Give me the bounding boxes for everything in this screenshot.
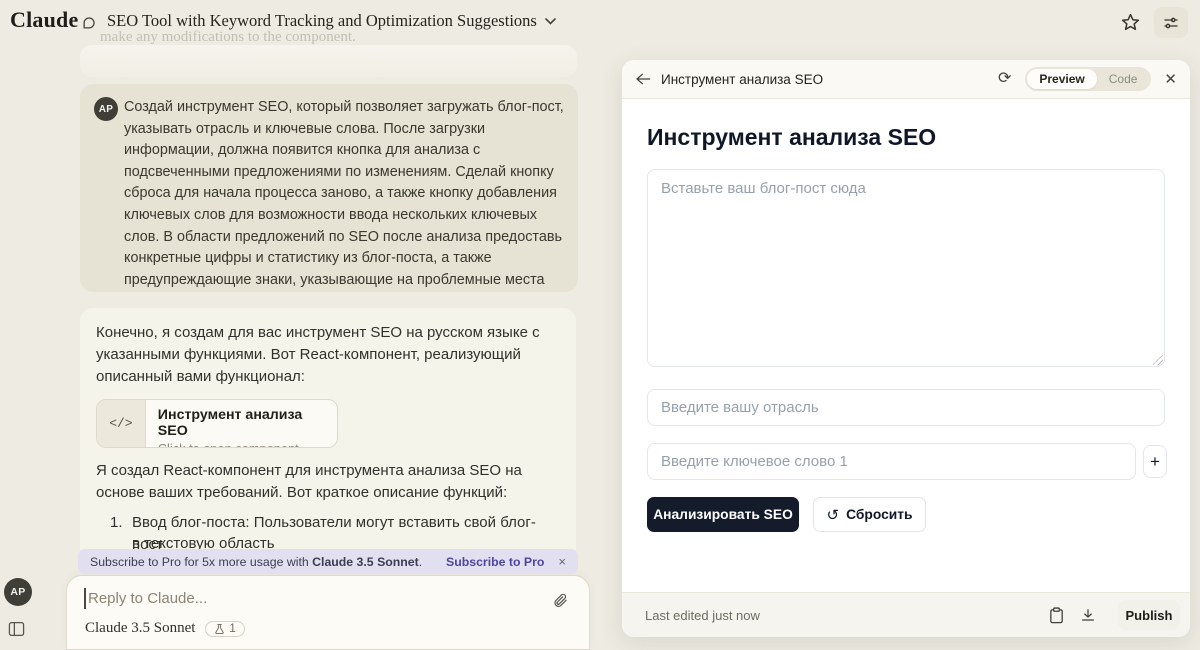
reply-composer[interactable]: Reply to Claude... Claude 3.5 Sonnet 1 bbox=[66, 575, 590, 650]
reset-button[interactable]: ↺ Сбросить bbox=[813, 497, 926, 532]
artifact-card-title: Инструмент анализа SEO bbox=[158, 407, 325, 439]
text-caret bbox=[84, 588, 86, 609]
artifact-card-subtitle: Click to open component bbox=[158, 441, 325, 448]
star-icon bbox=[1120, 12, 1141, 33]
claude-logo: Claude bbox=[10, 7, 78, 33]
reply-input[interactable]: Reply to Claude... bbox=[88, 590, 207, 607]
industry-input[interactable] bbox=[647, 389, 1165, 426]
assistant-intro: Конечно, я создам для вас инструмент SEO… bbox=[96, 322, 558, 388]
model-selector[interactable]: Claude 3.5 Sonnet bbox=[85, 620, 195, 637]
subscribe-banner: Subscribe to Pro for 5x more usage with … bbox=[78, 549, 578, 574]
user-message-text: Создай инструмент SEO, который позволяет… bbox=[124, 97, 566, 291]
chat-compose-icon bbox=[82, 13, 99, 30]
tool-heading: Инструмент анализа SEO bbox=[647, 124, 936, 151]
artifact-panel: Инструмент анализа SEO ⟳ Preview Code ✕ … bbox=[622, 60, 1190, 637]
copy-clipboard-icon[interactable] bbox=[1049, 607, 1064, 624]
sliders-icon bbox=[1162, 14, 1180, 32]
code-icon: </> bbox=[97, 400, 146, 447]
blog-post-textarea[interactable] bbox=[647, 169, 1165, 367]
account-avatar-button[interactable]: AP bbox=[4, 578, 32, 606]
artifact-panel-header: Инструмент анализа SEO ⟳ Preview Code ✕ bbox=[622, 60, 1190, 99]
chat-title: SEO Tool with Keyword Tracking and Optim… bbox=[107, 11, 537, 31]
settings-sliders-button[interactable] bbox=[1154, 7, 1188, 38]
reset-icon: ↺ bbox=[827, 506, 840, 524]
subscribe-to-pro-link[interactable]: Subscribe to Pro bbox=[446, 555, 544, 569]
flask-icon bbox=[214, 623, 225, 635]
assistant-summary: Я создал React-компонент для инструмента… bbox=[96, 460, 548, 504]
download-icon[interactable] bbox=[1080, 607, 1096, 623]
publish-button[interactable]: Publish bbox=[1118, 600, 1180, 630]
attach-file-button[interactable] bbox=[547, 587, 573, 613]
sidebar-toggle-button[interactable] bbox=[8, 621, 25, 637]
keyword-input[interactable] bbox=[647, 443, 1136, 480]
user-avatar: AP bbox=[94, 97, 118, 121]
tab-preview[interactable]: Preview bbox=[1027, 69, 1096, 89]
usage-badge[interactable]: 1 bbox=[205, 621, 244, 637]
star-button[interactable] bbox=[1118, 11, 1142, 35]
sidebar-toggle-icon bbox=[8, 621, 25, 637]
artifact-title: Инструмент анализа SEO bbox=[661, 72, 823, 87]
analyze-seo-button[interactable]: Анализировать SEO bbox=[647, 497, 799, 532]
assistant-message: Конечно, я создам для вас инструмент SEO… bbox=[80, 308, 576, 560]
tab-code[interactable]: Code bbox=[1097, 69, 1150, 89]
refresh-icon[interactable]: ⟳ bbox=[998, 71, 1011, 87]
faded-scrolled-block bbox=[80, 45, 577, 77]
user-message: AP Создай инструмент SEO, который позвол… bbox=[80, 84, 578, 292]
back-arrow-icon[interactable] bbox=[635, 72, 651, 86]
last-edited-status: Last edited just now bbox=[645, 608, 760, 623]
add-keyword-button[interactable]: + bbox=[1143, 445, 1167, 478]
paperclip-icon bbox=[552, 592, 569, 609]
chevron-down-icon bbox=[545, 18, 556, 25]
close-icon[interactable]: ✕ bbox=[1164, 70, 1177, 88]
artifact-preview: Инструмент анализа SEO + Анализировать S… bbox=[622, 99, 1190, 592]
faded-scrolled-text: make any modifications to the component. bbox=[100, 29, 356, 46]
artifact-panel-footer: Last edited just now Publish bbox=[622, 592, 1190, 637]
preview-code-toggle: Preview Code bbox=[1025, 67, 1151, 91]
banner-text: Subscribe to Pro for 5x more usage with … bbox=[90, 555, 422, 569]
resize-handle[interactable] bbox=[1153, 355, 1163, 365]
banner-close-icon[interactable]: × bbox=[558, 554, 566, 569]
chat-title-menu[interactable]: SEO Tool with Keyword Tracking and Optim… bbox=[82, 11, 556, 31]
artifact-card[interactable]: </> Инструмент анализа SEO Click to open… bbox=[96, 399, 338, 448]
